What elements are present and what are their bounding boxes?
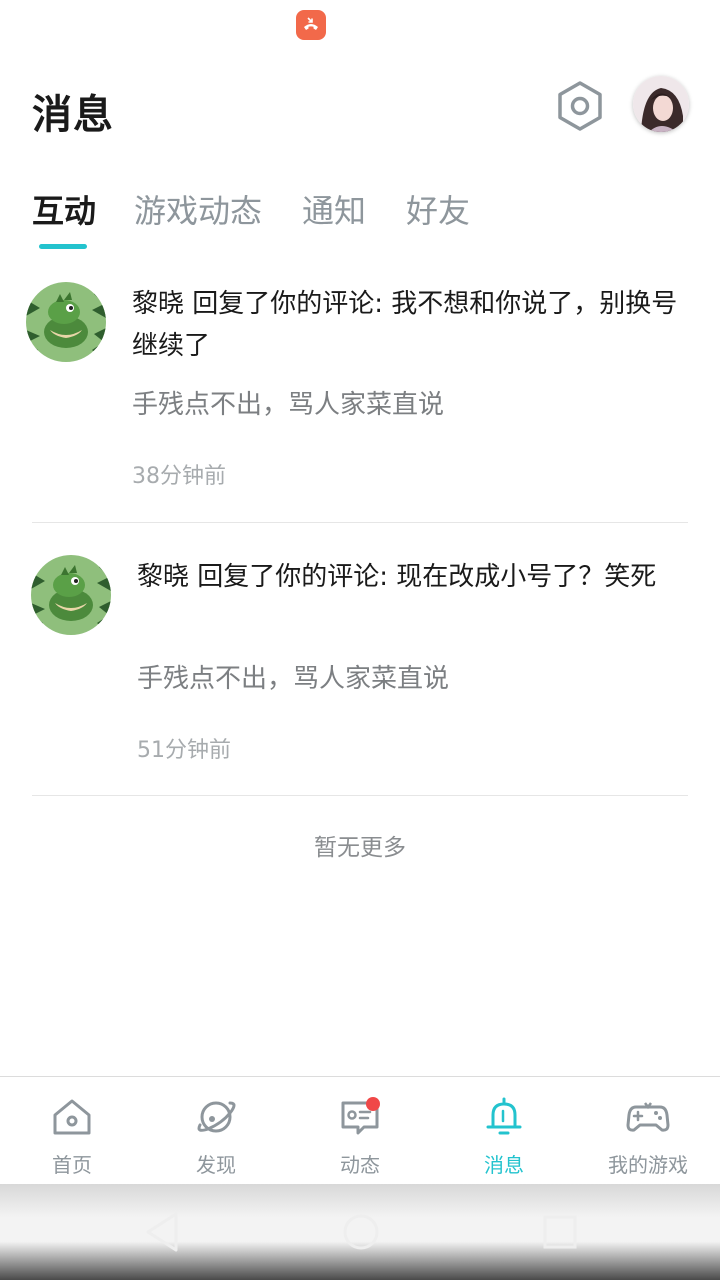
message-title[interactable]: 黎晓 回复了你的评论: 我不想和你说了，别换号继续了 (132, 283, 692, 367)
nav-messages[interactable]: 消息 (432, 1077, 576, 1185)
no-more-text: 暂无更多 (314, 835, 406, 861)
gamepad-icon (626, 1102, 670, 1132)
user-avatar[interactable] (633, 76, 689, 132)
message-item[interactable]: 黎晓 回复了你的评论: 现在改成小号了？笑死 手残点不出，骂人家菜直说 51分钟… (0, 554, 720, 796)
tab-game-updates[interactable]: 游戏动态 (134, 186, 262, 232)
tab-friends[interactable]: 好友 (406, 186, 470, 232)
bell-icon (486, 1097, 522, 1135)
status-bar (0, 0, 720, 52)
hexagon-gear-icon (558, 81, 602, 131)
divider (32, 522, 688, 523)
nav-label: 发现 (196, 1153, 236, 1177)
nav-feed[interactable]: 动态 (288, 1077, 432, 1185)
planet-icon (197, 1101, 236, 1133)
nav-home[interactable]: 首页 (0, 1077, 144, 1185)
tab-bar: 互动 游戏动态 通知 好友 (0, 180, 720, 256)
message-item[interactable]: 黎晓 回复了你的评论: 我不想和你说了，别换号继续了 手残点不出，骂人家菜直说 … (0, 280, 720, 522)
tab-notifications[interactable]: 通知 (302, 186, 366, 232)
settings-button[interactable] (554, 80, 606, 132)
missed-call-icon[interactable] (296, 10, 326, 40)
page-title: 消息 (32, 92, 114, 138)
home-circle-icon[interactable] (339, 1210, 383, 1254)
green-dragon-avatar[interactable] (26, 282, 106, 362)
divider (32, 795, 688, 796)
system-nav-bar (0, 1184, 720, 1280)
message-time: 38分钟前 (132, 464, 226, 489)
notification-badge (366, 1097, 380, 1111)
nav-my-games[interactable]: 我的游戏 (576, 1077, 720, 1185)
header: 消息 (0, 70, 720, 150)
home-icon (53, 1099, 91, 1135)
back-triangle-icon[interactable] (142, 1210, 186, 1254)
quoted-comment: 手残点不出，骂人家菜直说 (132, 390, 445, 420)
nav-label: 首页 (52, 1153, 92, 1177)
tab-interaction[interactable]: 互动 (32, 186, 96, 232)
green-dragon-avatar[interactable] (31, 555, 111, 635)
bottom-nav: 首页 发现 动态 消息 我的游戏 (0, 1076, 720, 1184)
quoted-comment: 手残点不出，骂人家菜直说 (137, 664, 450, 694)
nav-discover[interactable]: 发现 (144, 1077, 288, 1185)
nav-label: 动态 (340, 1153, 380, 1177)
nav-label: 我的游戏 (608, 1153, 688, 1177)
message-time: 51分钟前 (137, 738, 231, 763)
active-tab-indicator (39, 244, 87, 249)
nav-label: 消息 (484, 1153, 524, 1177)
message-title[interactable]: 黎晓 回复了你的评论: 现在改成小号了？笑死 (137, 556, 697, 598)
recents-square-icon[interactable] (538, 1210, 582, 1254)
